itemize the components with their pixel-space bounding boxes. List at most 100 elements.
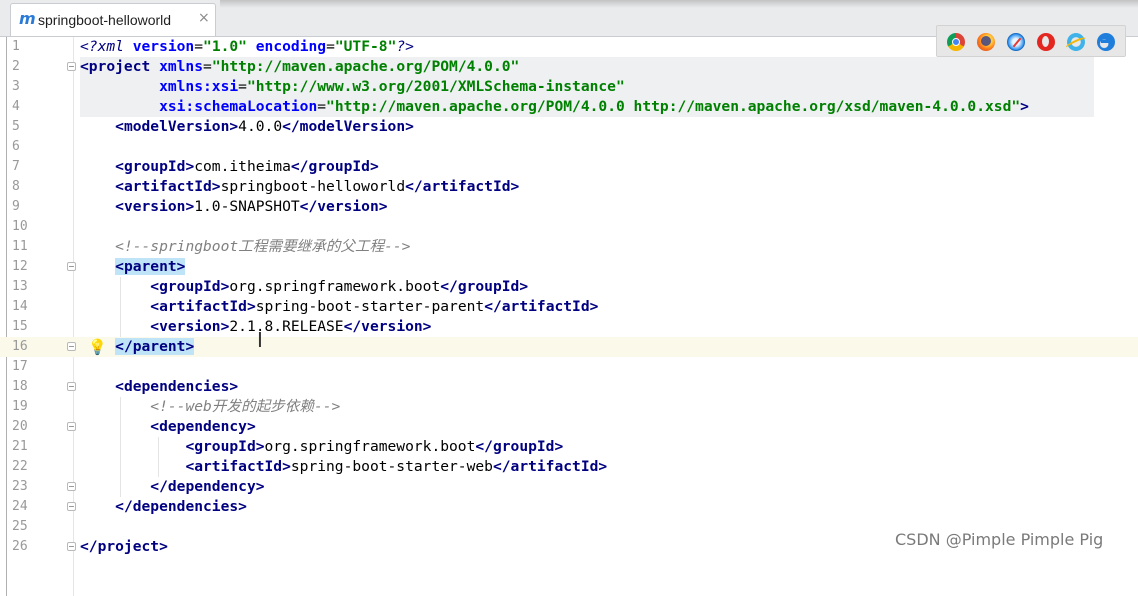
xml-tag-matched: <parent> [115, 258, 186, 275]
fold-icon[interactable] [67, 502, 76, 511]
attribute-value: "http://maven.apache.org/POM/4.0.0 http:… [326, 98, 1021, 115]
code-line[interactable]: 12 <parent> [0, 257, 1138, 277]
safari-icon[interactable] [1007, 33, 1025, 51]
code-line[interactable]: 17 [0, 357, 1138, 377]
xml-declaration: <?xml [80, 38, 133, 55]
line-number: 8 [12, 179, 20, 194]
xml-tag: <artifactId> [150, 298, 256, 315]
code-line[interactable]: 24 </dependencies> [0, 497, 1138, 517]
line-number: 19 [12, 399, 28, 414]
line-number: 25 [12, 519, 28, 534]
attribute-value: "UTF-8" [334, 38, 397, 55]
fold-icon[interactable] [67, 342, 76, 351]
fold-icon[interactable] [67, 422, 76, 431]
code-line[interactable]: 19 <!--web开发的起步依赖--> [0, 397, 1138, 417]
xml-text: spring-boot-starter-web [290, 458, 493, 475]
xml-tag: </groupId> [290, 158, 379, 175]
line-number: 16 [12, 339, 28, 354]
fold-icon[interactable] [67, 482, 76, 491]
fold-icon[interactable] [67, 542, 76, 551]
edge-icon[interactable] [1097, 33, 1115, 51]
line-number: 14 [12, 299, 28, 314]
code-line[interactable]: 14 <artifactId>spring-boot-starter-paren… [0, 297, 1138, 317]
ie-icon[interactable] [1067, 33, 1085, 51]
line-number: 7 [12, 159, 20, 174]
line-number: 11 [12, 239, 28, 254]
code-text[interactable]: <parent> [80, 257, 186, 277]
line-number: 6 [12, 139, 20, 154]
xml-tag: </artifactId> [405, 178, 520, 195]
code-line[interactable]: 4 xsi:schemaLocation="http://maven.apach… [0, 97, 1138, 117]
code-line[interactable]: 9 <version>1.0-SNAPSHOT</version> [0, 197, 1138, 217]
code-text[interactable]: <artifactId>spring-boot-starter-parent</… [80, 297, 598, 317]
code-line[interactable]: 10 [0, 217, 1138, 237]
tab-springboot-helloworld[interactable]: m springboot-helloworld × [10, 3, 216, 36]
code-line[interactable]: 7 <groupId>com.itheima</groupId> [0, 157, 1138, 177]
code-text[interactable]: <groupId>com.itheima</groupId> [80, 157, 379, 177]
code-text[interactable]: <!--springboot工程需要继承的父工程--> [80, 237, 410, 257]
browser-preview-toolbar [936, 25, 1126, 57]
code-line[interactable]: 23 </dependency> [0, 477, 1138, 497]
xml-tag: <artifactId> [185, 458, 291, 475]
firefox-icon[interactable] [977, 33, 995, 51]
xml-text: spring-boot-starter-parent [255, 298, 485, 315]
close-icon[interactable]: × [198, 10, 210, 26]
watermark: CSDN @Pimple Pimple Pig [895, 530, 1104, 549]
code-text[interactable]: xsi:schemaLocation="http://maven.apache.… [80, 97, 1094, 117]
attribute-value: "http://www.w3.org/2001/XMLSchema-instan… [246, 78, 625, 95]
xml-tag: <groupId> [185, 438, 265, 455]
code-text[interactable]: <groupId>org.springframework.boot</group… [80, 277, 528, 297]
xml-tag: </modelVersion> [282, 118, 414, 135]
code-text[interactable]: <dependency> [80, 417, 255, 437]
xml-tag: </groupId> [440, 278, 529, 295]
attribute-name: xsi:schemaLocation [159, 98, 318, 115]
code-text[interactable]: <artifactId>springboot-helloworld</artif… [80, 177, 519, 197]
code-text[interactable]: <groupId>org.springframework.boot</group… [80, 437, 563, 457]
xml-tag-matched: </parent> [115, 338, 195, 355]
tab-title: springboot-helloworld [38, 12, 172, 28]
current-code-line[interactable]: 16 💡 </parent> [0, 337, 1138, 357]
code-editor[interactable]: 1 <?xml version="1.0" encoding="UTF-8"?>… [0, 37, 1138, 596]
code-line[interactable]: 3 xmlns:xsi="http://www.w3.org/2001/XMLS… [0, 77, 1138, 97]
code-text[interactable]: xmlns:xsi="http://www.w3.org/2001/XMLSch… [80, 77, 1094, 97]
code-text[interactable]: </dependencies> [80, 497, 247, 517]
fold-icon[interactable] [67, 62, 76, 71]
code-text[interactable]: </dependency> [80, 477, 264, 497]
xml-tag: </version> [343, 318, 432, 335]
line-number: 22 [12, 459, 28, 474]
chrome-icon[interactable] [947, 33, 965, 51]
code-line[interactable]: 6 [0, 137, 1138, 157]
code-text[interactable]: <?xml version="1.0" encoding="UTF-8"?> [80, 37, 414, 57]
equals-sign: = [194, 38, 204, 55]
opera-icon[interactable] [1037, 33, 1055, 51]
code-line[interactable]: 21 <groupId>org.springframework.boot</gr… [0, 437, 1138, 457]
code-line[interactable]: 5 <modelVersion>4.0.0</modelVersion> [0, 117, 1138, 137]
code-text[interactable]: <modelVersion>4.0.0</modelVersion> [80, 117, 414, 137]
code-line[interactable]: 15 <version>2.1.8.RELEASE</version> [0, 317, 1138, 337]
code-line[interactable]: 20 <dependency> [0, 417, 1138, 437]
code-text[interactable]: <dependencies> [80, 377, 238, 397]
code-line[interactable]: 8 <artifactId>springboot-helloworld</art… [0, 177, 1138, 197]
code-line[interactable]: 13 <groupId>org.springframework.boot</gr… [0, 277, 1138, 297]
code-line[interactable]: 18 <dependencies> [0, 377, 1138, 397]
xml-tag: <version> [150, 318, 230, 335]
code-text[interactable]: <project xmlns="http://maven.apache.org/… [80, 57, 1094, 77]
attribute-name: version [132, 38, 195, 55]
code-line[interactable]: 2 <project xmlns="http://maven.apache.or… [0, 57, 1138, 77]
line-number: 12 [12, 259, 28, 274]
code-text[interactable]: </parent> [80, 337, 195, 357]
fold-icon[interactable] [67, 262, 76, 271]
code-line[interactable]: 11 <!--springboot工程需要继承的父工程--> [0, 237, 1138, 257]
code-text[interactable]: <version>2.1.8.RELEASE</version> [80, 317, 431, 337]
code-text[interactable]: <!--web开发的起步依赖--> [80, 397, 340, 417]
code-text[interactable]: <version>1.0-SNAPSHOT</version> [80, 197, 387, 217]
attribute-value: "1.0" [203, 38, 247, 55]
code-text[interactable]: <artifactId>spring-boot-starter-web</art… [80, 457, 607, 477]
code-line[interactable]: 22 <artifactId>spring-boot-starter-web</… [0, 457, 1138, 477]
xml-tag: <groupId> [115, 158, 195, 175]
code-text[interactable]: </project> [80, 537, 168, 557]
line-number: 4 [12, 99, 20, 114]
line-number: 17 [12, 359, 28, 374]
line-number: 9 [12, 199, 20, 214]
fold-icon[interactable] [67, 382, 76, 391]
